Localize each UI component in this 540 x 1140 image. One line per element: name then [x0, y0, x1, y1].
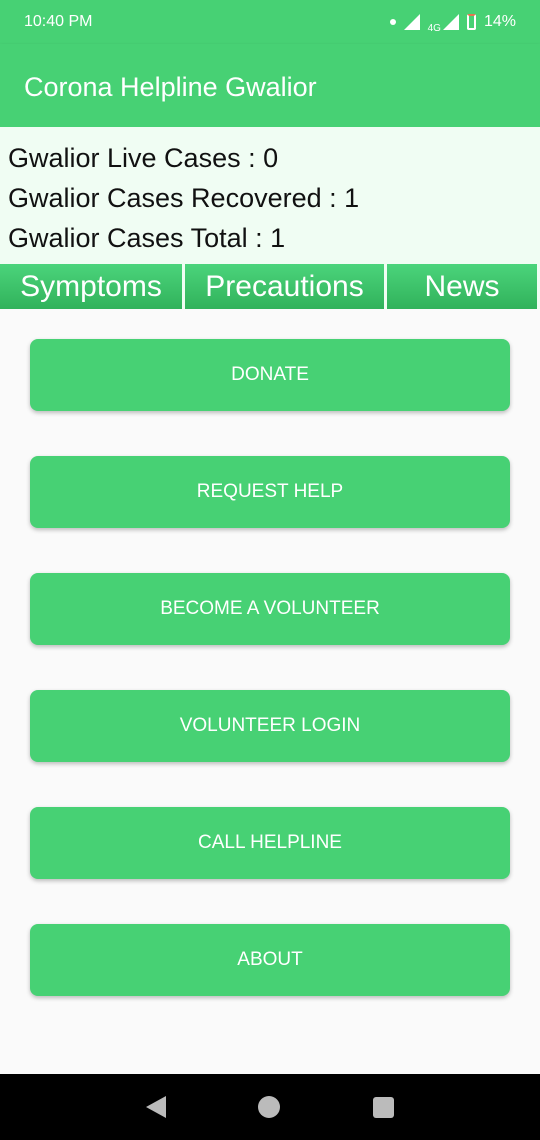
action-buttons: DONATE REQUEST HELP BECOME A VOLUNTEER V…: [30, 339, 510, 1041]
volunteer-login-button[interactable]: VOLUNTEER LOGIN: [30, 690, 510, 762]
app-bar: Corona Helpline Gwalior: [0, 44, 540, 127]
tab-symptoms[interactable]: Symptoms: [0, 264, 182, 309]
tab-news[interactable]: News: [387, 264, 537, 309]
total-cases: Gwalior Cases Total : 1: [8, 223, 286, 253]
signal-icon-2: [442, 14, 459, 30]
recovered-cases: Gwalior Cases Recovered : 1: [8, 183, 360, 213]
recents-icon[interactable]: [372, 1096, 394, 1118]
app-title: Corona Helpline Gwalior: [24, 72, 317, 102]
donate-button[interactable]: DONATE: [30, 339, 510, 411]
back-icon[interactable]: [146, 1096, 167, 1118]
notification-dot-icon: [389, 19, 396, 25]
battery-icon: [466, 14, 476, 30]
home-icon[interactable]: [258, 1096, 281, 1118]
case-stats: Gwalior Live Cases : 0 Gwalior Cases Rec…: [0, 127, 540, 264]
network-type: 4G: [427, 22, 441, 34]
live-cases: Gwalior Live Cases : 0: [8, 143, 279, 173]
tab-precautions[interactable]: Precautions: [185, 264, 384, 309]
status-time: 10:40 PM: [24, 13, 93, 30]
battery-percent: 14%: [483, 13, 516, 30]
tab-bar: Symptoms Precautions News: [0, 264, 540, 309]
navigation-bar: [0, 1074, 540, 1140]
request-help-button[interactable]: REQUEST HELP: [30, 456, 510, 528]
about-button[interactable]: ABOUT: [30, 924, 510, 996]
status-bar: 10:40 PM 4G 14%: [0, 0, 540, 44]
call-helpline-button[interactable]: CALL HELPLINE: [30, 807, 510, 879]
become-volunteer-button[interactable]: BECOME A VOLUNTEER: [30, 573, 510, 645]
signal-icon: [403, 14, 420, 30]
